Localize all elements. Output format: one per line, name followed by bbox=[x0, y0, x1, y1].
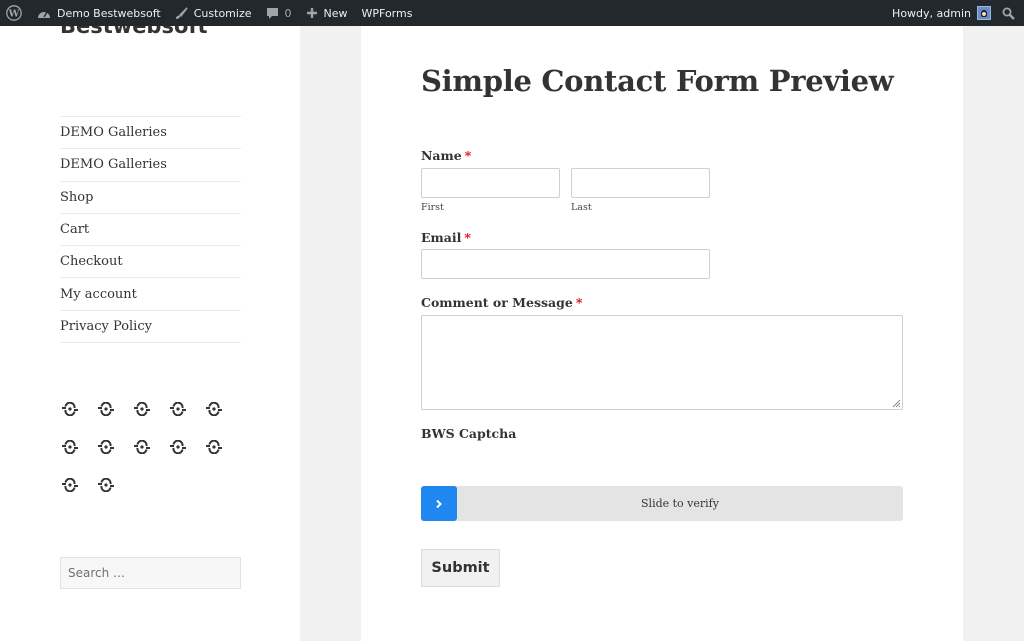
required-mark: * bbox=[575, 295, 583, 310]
page-title: Simple Contact Form Preview bbox=[421, 64, 894, 98]
menu-item-shop[interactable]: Shop bbox=[60, 182, 241, 214]
wordpress-logo-button[interactable]: W bbox=[0, 0, 30, 26]
social-link-icon[interactable] bbox=[204, 402, 240, 440]
menu-item-privacy-policy[interactable]: Privacy Policy bbox=[60, 311, 241, 344]
menu-item-checkout[interactable]: Checkout bbox=[60, 246, 241, 279]
message-label-text: Comment or Message bbox=[421, 295, 573, 310]
menu-item-demo-galleries[interactable]: DEMO Galleries bbox=[60, 117, 241, 150]
name-label: Name * bbox=[421, 148, 471, 163]
captcha-slider[interactable]: Slide to verify bbox=[421, 486, 903, 521]
greeting-label: Howdy, admin bbox=[892, 6, 971, 20]
new-label: New bbox=[323, 6, 348, 20]
name-label-text: Name bbox=[421, 148, 462, 163]
social-link-icon[interactable] bbox=[168, 402, 204, 440]
resize-handle-icon[interactable] bbox=[891, 398, 901, 408]
last-name-input[interactable] bbox=[571, 168, 710, 198]
site-name-link[interactable]: Demo Bestwebsoft bbox=[30, 0, 168, 26]
sidebar: Demo Bestwebsoft DEMO Galleries DEMO Gal… bbox=[0, 0, 300, 641]
menu-item-demo-galleries-2[interactable]: DEMO Galleries bbox=[60, 149, 241, 182]
new-content-link[interactable]: New bbox=[299, 0, 355, 26]
social-link-icon[interactable] bbox=[96, 440, 132, 478]
email-label-text: Email bbox=[421, 230, 462, 245]
social-links bbox=[60, 402, 250, 516]
plus-icon bbox=[306, 8, 317, 18]
admin-bar: W Demo Bestwebsoft Customize 0 New WPFor… bbox=[0, 0, 1024, 26]
my-account-menu[interactable]: Howdy, admin bbox=[885, 0, 998, 26]
first-sublabel: First bbox=[421, 202, 444, 213]
customize-label: Customize bbox=[193, 6, 252, 20]
social-link-icon[interactable] bbox=[96, 478, 132, 516]
first-name-input[interactable] bbox=[421, 168, 560, 198]
search-placeholder: Search … bbox=[68, 566, 126, 580]
email-label: Email * bbox=[421, 230, 471, 245]
message-label: Comment or Message * bbox=[421, 295, 582, 310]
content-card: Simple Contact Form Preview Name * First … bbox=[361, 0, 963, 641]
social-link-icon[interactable] bbox=[132, 440, 168, 478]
avatar bbox=[977, 6, 991, 20]
social-link-icon[interactable] bbox=[132, 402, 168, 440]
social-link-icon[interactable] bbox=[60, 440, 96, 478]
sidebar-menu: DEMO Galleries DEMO Galleries Shop Cart … bbox=[60, 116, 241, 344]
last-sublabel: Last bbox=[571, 202, 592, 213]
social-link-icon[interactable] bbox=[96, 402, 132, 440]
required-mark: * bbox=[464, 148, 472, 163]
comments-count: 0 bbox=[284, 6, 292, 20]
required-mark: * bbox=[464, 230, 471, 245]
social-link-icon[interactable] bbox=[60, 402, 96, 440]
slider-handle[interactable] bbox=[421, 486, 457, 521]
search-input[interactable]: Search … bbox=[60, 557, 241, 589]
paintbrush-icon bbox=[175, 6, 188, 19]
social-link-icon[interactable] bbox=[204, 440, 240, 478]
chevron-right-icon bbox=[436, 499, 442, 508]
comments-link[interactable]: 0 bbox=[259, 0, 299, 26]
comment-bubble-icon bbox=[266, 7, 278, 19]
social-link-icon[interactable] bbox=[168, 440, 204, 478]
wpforms-label: WPForms bbox=[361, 6, 413, 20]
captcha-label: BWS Captcha bbox=[421, 426, 517, 441]
wpforms-link[interactable]: WPForms bbox=[355, 0, 420, 26]
search-icon bbox=[1002, 7, 1015, 20]
svg-text:W: W bbox=[8, 9, 20, 20]
menu-item-my-account[interactable]: My account bbox=[60, 278, 241, 311]
admin-search-button[interactable] bbox=[998, 0, 1024, 26]
wordpress-logo-icon: W bbox=[6, 5, 22, 21]
menu-item-cart[interactable]: Cart bbox=[60, 214, 241, 247]
customize-link[interactable]: Customize bbox=[168, 0, 259, 26]
social-link-icon[interactable] bbox=[60, 478, 96, 516]
email-input[interactable] bbox=[421, 249, 710, 279]
message-textarea[interactable] bbox=[421, 315, 903, 410]
submit-button[interactable]: Submit bbox=[421, 549, 500, 587]
dashboard-icon bbox=[38, 11, 50, 18]
slider-text: Slide to verify bbox=[641, 497, 719, 510]
site-name-label: Demo Bestwebsoft bbox=[57, 6, 161, 20]
